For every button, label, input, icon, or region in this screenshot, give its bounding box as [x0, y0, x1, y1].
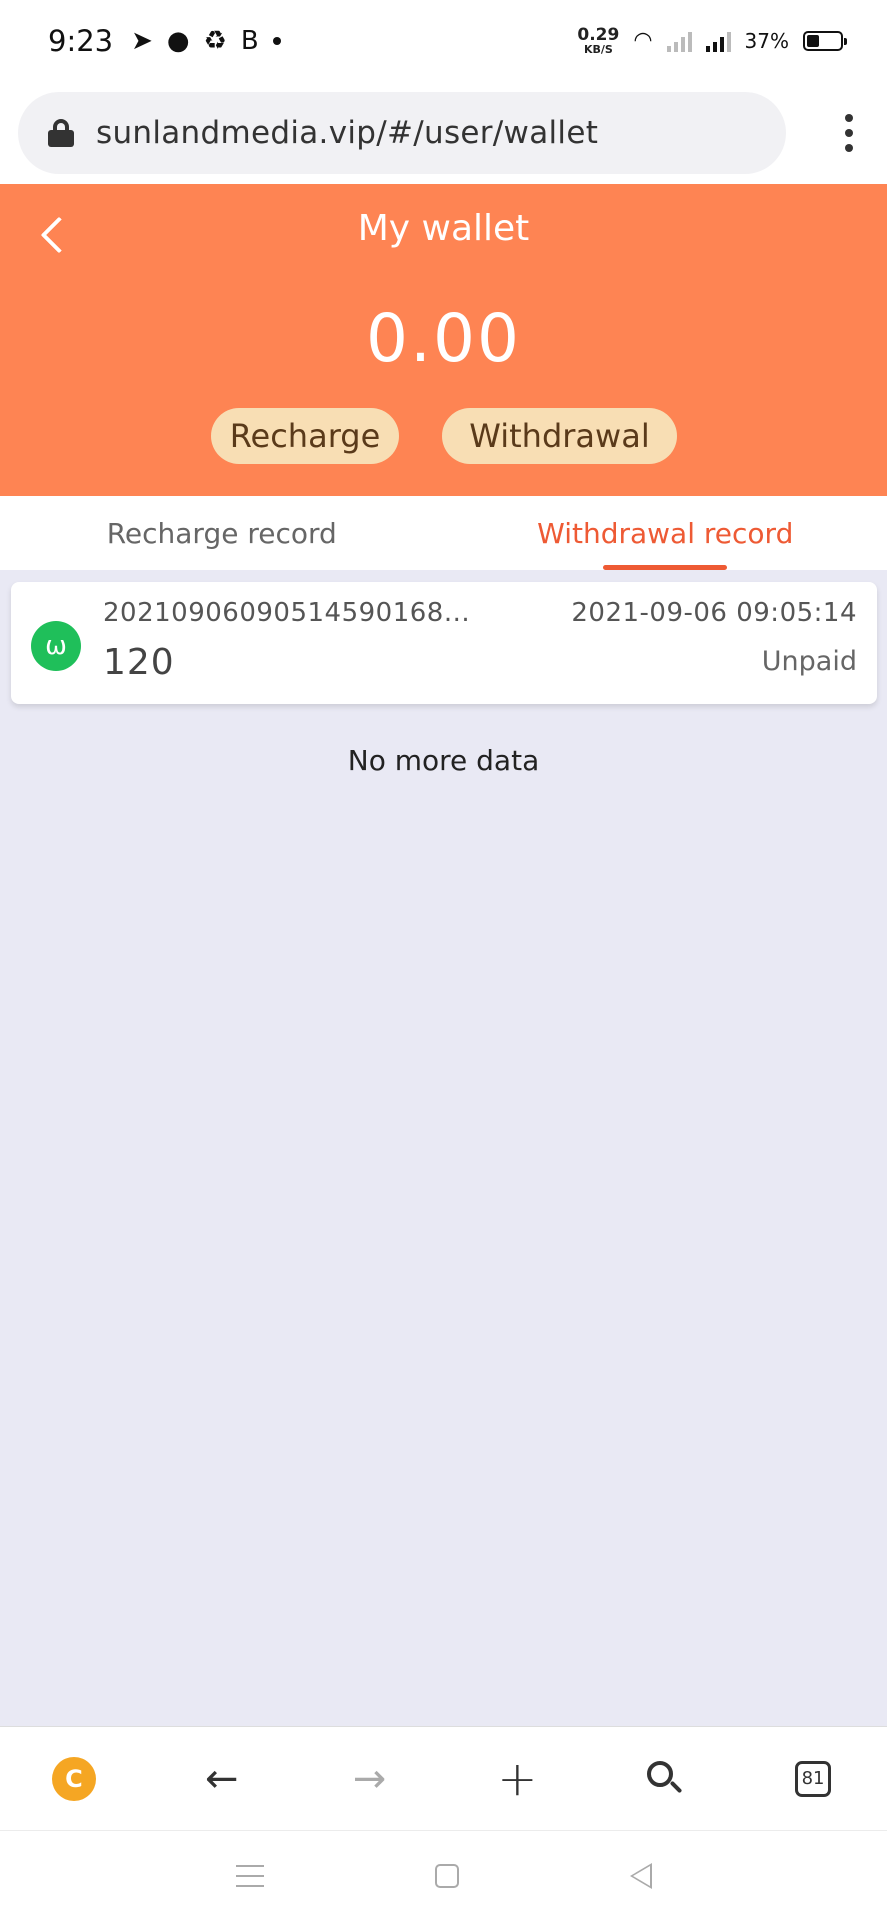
b-app-icon: B [240, 26, 259, 56]
recharge-button[interactable]: Recharge [211, 408, 399, 464]
list-footer: No more data [347, 744, 540, 777]
tab-withdrawal-record[interactable]: Withdrawal record [444, 496, 887, 570]
list-item[interactable]: ω 20210906090514590168... 2021-09-06 09:… [11, 582, 877, 704]
url-text[interactable]: sunlandmedia.vip/#/user/wallet [96, 115, 598, 151]
coin-button[interactable]: C [34, 1739, 114, 1819]
plus-icon: + [497, 1750, 538, 1807]
more-notifications-icon [272, 37, 281, 45]
messenger-icon: ● [166, 26, 190, 56]
wallet-header: My wallet 0.00 Recharge Withdrawal [0, 184, 887, 496]
tab-recharge-record[interactable]: Recharge record [0, 496, 444, 570]
record-time: 2021-09-06 09:05:14 [571, 598, 857, 628]
tabs-icon: 81 [795, 1760, 832, 1797]
home-icon[interactable] [434, 1863, 459, 1888]
browser-toolbar: C ← → + 81 [0, 1726, 887, 1830]
new-tab-button[interactable]: + [477, 1739, 557, 1819]
address-bar[interactable]: sunlandmedia.vip/#/user/wallet [18, 92, 786, 174]
arrow-left-icon: ← [204, 1755, 239, 1802]
coin-icon: C [51, 1756, 96, 1801]
browser-address-row: sunlandmedia.vip/#/user/wallet [0, 82, 887, 184]
withdrawal-button[interactable]: Withdrawal [442, 408, 677, 464]
lock-icon[interactable] [48, 119, 74, 147]
search-icon [647, 1760, 683, 1797]
battery-percent: 37% [744, 29, 789, 53]
tabs-button[interactable]: 81 [773, 1739, 853, 1819]
sync-icon: ♻ [203, 26, 227, 56]
browser-menu-icon[interactable] [829, 103, 869, 163]
status-left: 9:23 ➤ ● ♻ B [48, 24, 281, 58]
page-title: My wallet [357, 208, 530, 249]
signal-icon [666, 30, 692, 52]
search-button[interactable] [625, 1739, 705, 1819]
record-amount: 120 [103, 642, 175, 683]
notification-icons: ➤ ● ♻ B [131, 28, 281, 54]
record-id: 20210906090514590168... [103, 598, 471, 628]
forward-button[interactable]: → [330, 1739, 410, 1819]
system-back-icon[interactable] [629, 1862, 652, 1889]
battery-icon [803, 31, 847, 51]
system-nav-bar [0, 1830, 887, 1920]
arrow-right-icon: → [352, 1755, 387, 1802]
wifi-icon: ◠ [633, 28, 653, 53]
record-tabs: Recharge record Withdrawal record [0, 496, 887, 570]
wallet-balance: 0.00 [366, 300, 521, 377]
recents-icon[interactable] [235, 1864, 264, 1887]
withdrawal-icon: ω [31, 621, 81, 671]
status-bar: 9:23 ➤ ● ♻ B 0.29 KB/S ◠ 37% [0, 0, 887, 82]
back-button[interactable]: ← [182, 1739, 262, 1819]
status-right: 0.29 KB/S ◠ 37% [577, 25, 847, 56]
battery-fill [807, 35, 819, 47]
net-speed-value: 0.29 [577, 25, 620, 45]
status-badge: Unpaid [761, 646, 857, 677]
net-speed-unit: KB/S [583, 43, 613, 56]
telegram-icon: ➤ [131, 26, 153, 56]
signal-icon-2 [705, 30, 731, 52]
clock: 9:23 [48, 24, 114, 58]
net-speed: 0.29 KB/S [577, 25, 620, 56]
